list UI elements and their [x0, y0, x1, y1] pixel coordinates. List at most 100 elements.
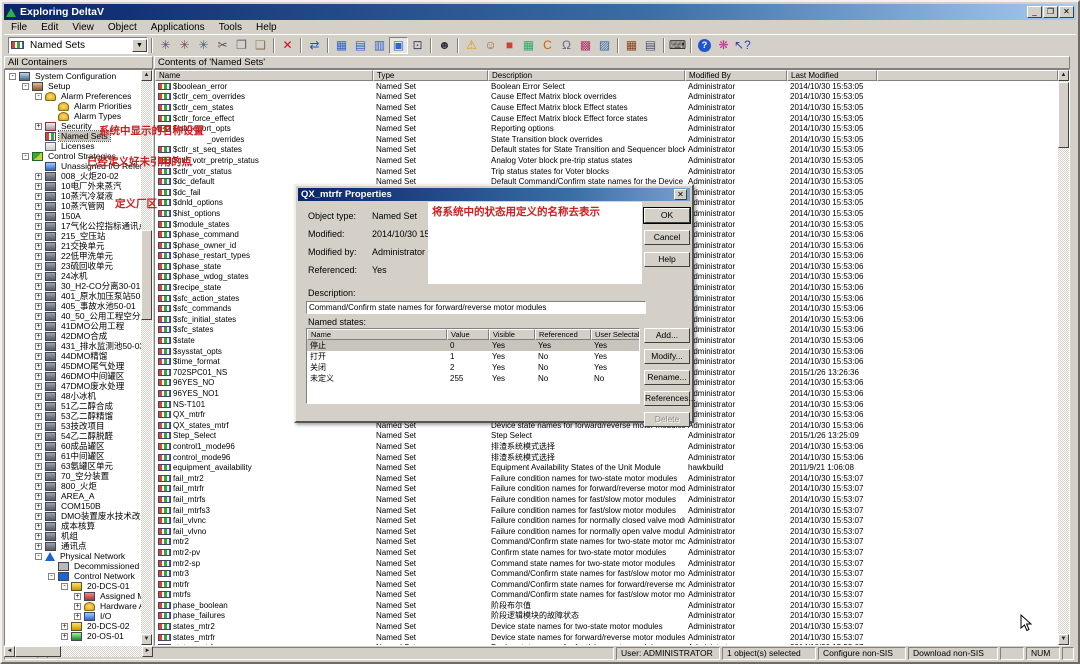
- download-cube-button[interactable]: ■: [500, 37, 519, 54]
- list-vertical-scrollbar[interactable]: ▲ ▼: [1058, 70, 1069, 645]
- menu-item-tools[interactable]: Tools: [212, 22, 249, 33]
- expand-toggle-icon[interactable]: +: [35, 343, 42, 350]
- tree-item[interactable]: +Assigned Modules: [5, 591, 141, 601]
- tree-item[interactable]: +机组: [5, 531, 141, 541]
- table-row[interactable]: mtr2Named SetCommand/Confirm state names…: [155, 537, 1058, 548]
- expand-toggle-icon[interactable]: +: [74, 603, 81, 610]
- tree-item[interactable]: +405_事故水池50-01: [5, 301, 141, 311]
- expand-toggle-icon[interactable]: +: [35, 323, 42, 330]
- update-download-button[interactable]: ⇄: [305, 37, 324, 54]
- expand-toggle-icon[interactable]: +: [35, 393, 42, 400]
- user-manager-button[interactable]: ☻: [435, 37, 454, 54]
- tree-item[interactable]: +401_原水加压泵站50-03: [5, 291, 141, 301]
- table-row[interactable]: $ctlr_force_effectNamed SetCause Effect …: [155, 113, 1058, 124]
- tree-item[interactable]: +23硫回收单元: [5, 261, 141, 271]
- history-chart-button[interactable]: ▦: [622, 37, 641, 54]
- expand-toggle-icon[interactable]: +: [35, 503, 42, 510]
- expand-toggle-icon[interactable]: +: [35, 263, 42, 270]
- close-button[interactable]: ✕: [1059, 6, 1074, 18]
- table-row[interactable]: mtr3Named SetCommand/Confirm state names…: [155, 568, 1058, 579]
- table-row[interactable]: $boolean_errorNamed SetBoolean Error Sel…: [155, 81, 1058, 92]
- table-row[interactable]: phase_failuresNamed Set阶段逻辑模块的故障状态Admini…: [155, 611, 1058, 622]
- expand-toggle-icon[interactable]: +: [61, 623, 68, 630]
- context-help-button[interactable]: ↖?: [733, 37, 752, 54]
- dialog-title-bar[interactable]: QX_mtrfr Properties ✕: [298, 188, 690, 201]
- expand-toggle-icon[interactable]: +: [35, 443, 42, 450]
- expand-toggle-icon[interactable]: +: [35, 453, 42, 460]
- table-row[interactable]: mtrfsNamed SetCommand/Confirm state name…: [155, 590, 1058, 601]
- cancel-button[interactable]: Cancel: [644, 230, 690, 245]
- expand-toggle-icon[interactable]: +: [74, 613, 81, 620]
- picture-button[interactable]: ▦: [519, 37, 538, 54]
- tree-item[interactable]: -Alarm Preferences: [5, 91, 141, 101]
- expand-toggle-icon[interactable]: +: [35, 223, 42, 230]
- expand-toggle-icon[interactable]: +: [35, 283, 42, 290]
- table-row[interactable]: mtr2-spNamed SetCommand state names for …: [155, 558, 1058, 569]
- column-header-name[interactable]: Name: [155, 70, 373, 81]
- expand-toggle-icon[interactable]: +: [35, 243, 42, 250]
- paste-button[interactable]: ❏: [251, 37, 270, 54]
- table-row[interactable]: fail_mtrfs3Named SetFailure condition na…: [155, 505, 1058, 516]
- tree-item[interactable]: +20-OS-01: [5, 631, 141, 641]
- expand-toggle-icon[interactable]: -: [48, 573, 55, 580]
- tree-item[interactable]: -System Configuration: [5, 71, 141, 81]
- table-row[interactable]: fail_mtr2Named SetFailure condition name…: [155, 473, 1058, 484]
- tree-item[interactable]: +431_排水监测池50-03: [5, 341, 141, 351]
- tree-item[interactable]: +I/O: [5, 611, 141, 621]
- description-input[interactable]: Command/Confirm state names for forward/…: [306, 301, 646, 314]
- large-buttons-view-icon[interactable]: ▦: [332, 37, 351, 54]
- tree-item[interactable]: +53乙二醇精馏: [5, 411, 141, 421]
- expand-toggle-icon[interactable]: +: [35, 483, 42, 490]
- expand-toggle-icon[interactable]: +: [35, 423, 42, 430]
- tree-item[interactable]: +150A: [5, 211, 141, 221]
- expand-toggle-icon[interactable]: +: [35, 353, 42, 360]
- security-button[interactable]: Ω: [557, 37, 576, 54]
- expand-toggle-icon[interactable]: -: [9, 73, 16, 80]
- expand-toggle-icon[interactable]: +: [35, 373, 42, 380]
- named-states-table[interactable]: NameValueVisibleReferencedUser Selectabl…: [306, 328, 640, 404]
- tree-item[interactable]: +41DMO公用工程: [5, 321, 141, 331]
- expand-toggle-icon[interactable]: +: [35, 383, 42, 390]
- state-row[interactable]: 关闭2YesNoYes: [307, 362, 639, 373]
- recipe-studio-button[interactable]: ✳: [194, 37, 213, 54]
- dialog-close-icon[interactable]: ✕: [674, 189, 687, 200]
- references-button[interactable]: References...: [644, 391, 690, 406]
- tree-item[interactable]: Alarm Types: [5, 111, 141, 121]
- tree-item[interactable]: +24冰机: [5, 271, 141, 281]
- table-row[interactable]: control_mode96Named Set排渣系统模式选择Administr…: [155, 452, 1058, 463]
- tree-item[interactable]: +51乙二醇合成: [5, 401, 141, 411]
- expand-toggle-icon[interactable]: +: [35, 303, 42, 310]
- table-row[interactable]: $ctlr report_optsNamed SetReporting opti…: [155, 123, 1058, 134]
- table-row[interactable]: fail_vlvncNamed SetFailure condition nam…: [155, 515, 1058, 526]
- table-row[interactable]: states_mtrfrNamed SetDevice state names …: [155, 632, 1058, 643]
- tree-item[interactable]: -20-DCS-01: [5, 581, 141, 591]
- tree-horizontal-scrollbar[interactable]: ◄ ►: [4, 646, 153, 657]
- menu-item-edit[interactable]: Edit: [34, 22, 65, 33]
- tree-item[interactable]: +54乙二醇脱醛: [5, 431, 141, 441]
- delete-button[interactable]: ✕: [278, 37, 297, 54]
- expand-toggle-icon[interactable]: -: [22, 153, 29, 160]
- column-header-modified-by[interactable]: Modified By: [685, 70, 787, 81]
- tree-item[interactable]: +008_火炬20-02: [5, 171, 141, 181]
- scroll-up-icon[interactable]: ▲: [141, 70, 152, 81]
- deltav-explorer-button[interactable]: ✳: [156, 37, 175, 54]
- tree-item[interactable]: +20-DCS-02: [5, 621, 141, 631]
- expand-toggle-icon[interactable]: +: [35, 123, 42, 130]
- states-column-value[interactable]: Value: [447, 329, 489, 340]
- expand-toggle-icon[interactable]: +: [35, 543, 42, 550]
- control-studio-button[interactable]: ✳: [175, 37, 194, 54]
- table-row[interactable]: fail_mtrfsNamed SetFailure condition nam…: [155, 494, 1058, 505]
- table-row[interactable]: control1_mode96Named Set排渣系统模式选择Administ…: [155, 441, 1058, 452]
- expand-toggle-icon[interactable]: +: [35, 233, 42, 240]
- tree-hscroll-thumb[interactable]: [15, 646, 61, 657]
- tree-item[interactable]: +45DMO尾气处理: [5, 361, 141, 371]
- keyboard-button[interactable]: ⌨: [668, 37, 687, 54]
- expand-toggle-icon[interactable]: +: [35, 513, 42, 520]
- expand-toggle-icon[interactable]: +: [35, 333, 42, 340]
- alarm-bell-button[interactable]: ⚠: [462, 37, 481, 54]
- expand-toggle-icon[interactable]: +: [35, 193, 42, 200]
- expand-toggle-icon[interactable]: +: [35, 203, 42, 210]
- tree-item[interactable]: +17气化公控指标通讯点: [5, 221, 141, 231]
- rename-button[interactable]: Rename...: [644, 370, 690, 385]
- table-row[interactable]: states_mtrfsNamed SetDevice state names …: [155, 642, 1058, 645]
